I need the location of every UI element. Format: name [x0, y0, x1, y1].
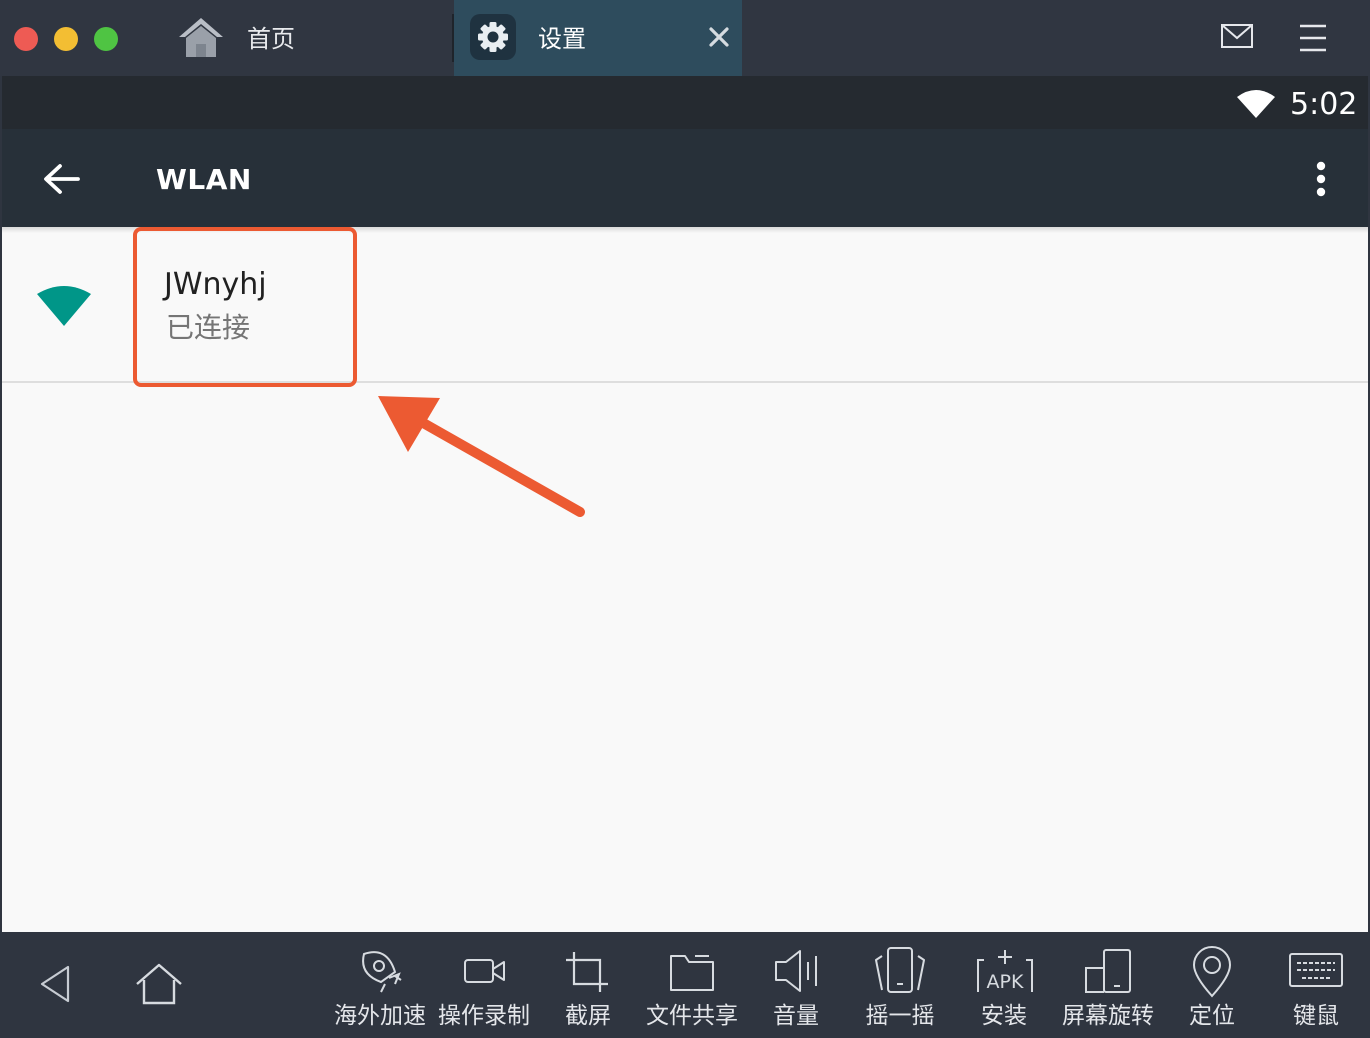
tool-label: 定位	[1189, 1003, 1235, 1029]
tool-record[interactable]: 操作录制	[434, 942, 534, 1038]
overflow-menu-button[interactable]	[1304, 156, 1338, 204]
tool-label: 键鼠	[1293, 1003, 1339, 1029]
tab-settings-label: 设置	[538, 25, 586, 53]
tool-install-apk[interactable]: APK 安装	[968, 942, 1040, 1038]
close-icon	[709, 27, 729, 47]
tool-label: 屏幕旋转	[1062, 1003, 1154, 1029]
gear-icon	[470, 14, 516, 60]
crop-icon	[566, 952, 608, 992]
status-time: 5:02	[1290, 87, 1358, 122]
maximize-window-button[interactable]	[94, 27, 118, 51]
page-title: WLAN	[156, 163, 252, 196]
apk-install-icon: APK	[977, 950, 1033, 993]
tool-accelerate[interactable]: 海外加速	[330, 942, 430, 1038]
mail-icon	[1221, 24, 1253, 48]
apk-icon-text: APK	[987, 971, 1024, 993]
tool-label: 截屏	[565, 1003, 611, 1029]
keyboard-icon	[1289, 953, 1343, 987]
tab-home-label: 首页	[247, 25, 295, 53]
annotation-highlight-box	[133, 227, 357, 387]
tool-shake[interactable]: 摇一摇	[860, 942, 940, 1038]
tool-rotate-screen[interactable]: 屏幕旋转	[1058, 942, 1158, 1038]
tool-keyboard-mouse[interactable]: 键鼠	[1278, 942, 1354, 1038]
more-vert-icon	[1316, 161, 1326, 197]
mail-button[interactable]	[1220, 22, 1258, 52]
nav-home-button[interactable]	[130, 942, 190, 1038]
speaker-icon	[775, 950, 817, 992]
close-window-button[interactable]	[14, 27, 38, 51]
tool-file-share[interactable]: 文件共享	[642, 942, 742, 1038]
tool-label: 安装	[981, 1003, 1027, 1029]
arrow-left-icon	[44, 164, 80, 194]
minimize-window-button[interactable]	[54, 27, 78, 51]
folder-icon	[670, 955, 714, 991]
video-camera-icon	[464, 959, 505, 983]
main-menu-button[interactable]	[1296, 22, 1332, 54]
rocket-icon	[362, 951, 402, 993]
home-icon	[179, 18, 223, 57]
wifi-signal-icon	[37, 286, 91, 326]
shake-phone-icon	[875, 947, 925, 993]
home-outline-icon	[136, 963, 182, 1005]
nav-back-button[interactable]	[28, 942, 84, 1038]
tool-label: 海外加速	[334, 1003, 426, 1029]
tool-label: 音量	[773, 1003, 819, 1029]
tab-settings[interactable]: 设置	[454, 0, 742, 76]
annotation-arrow-icon	[378, 396, 585, 517]
tool-label: 操作录制	[438, 1003, 530, 1029]
tab-home[interactable]: 首页	[160, 0, 450, 76]
location-pin-icon	[1192, 946, 1232, 998]
hamburger-menu-icon	[1300, 24, 1326, 52]
android-status-bar	[2, 76, 1368, 129]
tool-location[interactable]: 定位	[1176, 942, 1248, 1038]
tool-volume[interactable]: 音量	[760, 942, 832, 1038]
tool-label: 摇一摇	[865, 1003, 935, 1029]
wifi-full-icon	[1237, 90, 1275, 118]
rotate-screen-icon	[1085, 949, 1131, 993]
tool-label: 文件共享	[646, 1003, 738, 1029]
close-tab-button[interactable]	[704, 22, 734, 52]
triangle-back-icon	[40, 965, 70, 1003]
back-button[interactable]	[38, 158, 86, 202]
tool-screenshot[interactable]: 截屏	[552, 942, 624, 1038]
